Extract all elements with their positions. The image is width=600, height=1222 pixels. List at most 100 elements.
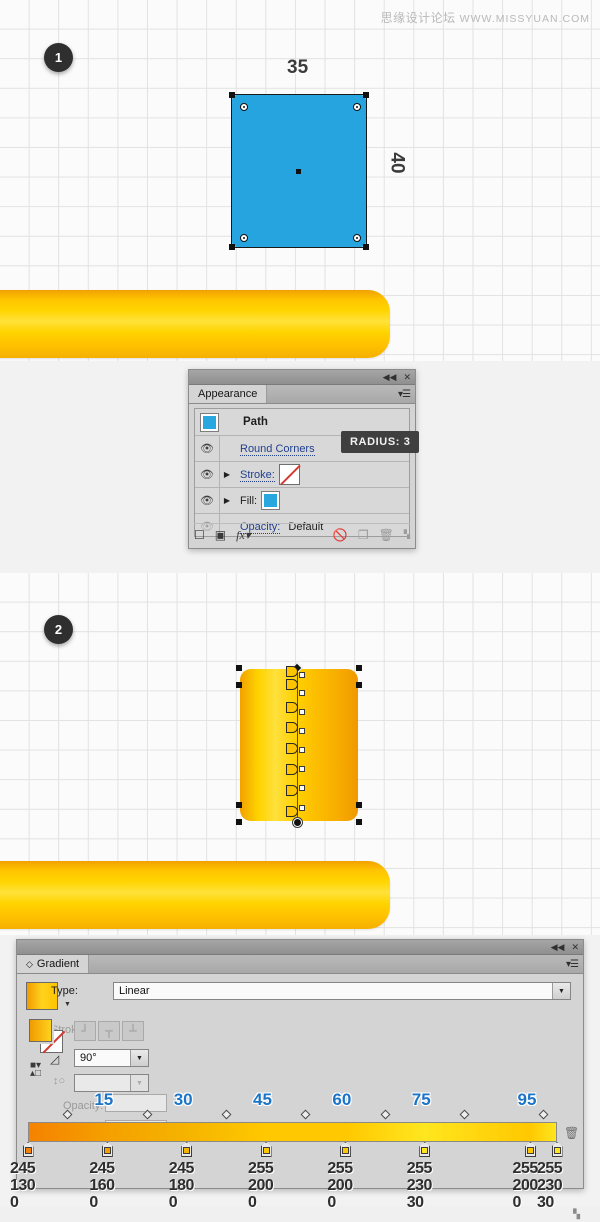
- fill-color-swatch[interactable]: [261, 491, 281, 510]
- gradient-midpoint-3[interactable]: [221, 1109, 232, 1120]
- selection-handle-l-lower[interactable]: [236, 802, 242, 808]
- panel-menu-icon[interactable]: ▾☰: [398, 385, 415, 403]
- path-anchor-6[interactable]: [299, 766, 305, 772]
- gradient-stop-marker-1[interactable]: [286, 666, 298, 677]
- collapse-icon[interactable]: ◀◀: [383, 372, 397, 382]
- selection-handle-r-upper[interactable]: [356, 682, 362, 688]
- chevron-down-icon[interactable]: ▼: [64, 1001, 71, 1008]
- resize-grip-icon[interactable]: ▚: [404, 529, 410, 541]
- gradient-stop-4[interactable]: [260, 1142, 272, 1157]
- close-icon[interactable]: ✕: [403, 372, 411, 382]
- anchor-point-tl[interactable]: [240, 103, 248, 111]
- new-stroke-icon[interactable]: ☐: [194, 529, 205, 541]
- stroke-gradient-type-group: ┛ ┳ ┻: [74, 1021, 144, 1041]
- gradient-stop-marker-3[interactable]: [286, 702, 298, 713]
- path-anchor-7[interactable]: [299, 785, 305, 791]
- tab-gradient[interactable]: ◇ Gradient: [17, 955, 90, 973]
- rgb-g: 180: [168, 1177, 195, 1194]
- gradient-panel-tabrow: ◇ Gradient ▾☰: [17, 955, 583, 974]
- reverse-gradient-icon[interactable]: ■▾ ▴□: [30, 1061, 52, 1079]
- selection-handle-tr[interactable]: [363, 92, 369, 98]
- path-anchor-8[interactable]: [299, 805, 305, 811]
- selection-handle-br[interactable]: [356, 819, 362, 825]
- path-anchor-2[interactable]: [299, 690, 305, 696]
- path-anchor-1[interactable]: [299, 672, 305, 678]
- stroke-across-button[interactable]: ┻: [122, 1021, 144, 1041]
- collapse-icon[interactable]: ◀◀: [551, 942, 565, 952]
- anchor-point-tr[interactable]: [353, 103, 361, 111]
- selection-handle-bl[interactable]: [229, 244, 235, 250]
- fx-icon[interactable]: fx▾: [236, 529, 251, 541]
- gradient-midpoint-5[interactable]: [380, 1109, 391, 1120]
- rgb-r: 255: [512, 1160, 539, 1177]
- gradient-stop-marker-4[interactable]: [286, 722, 298, 733]
- gradient-midpoint-6[interactable]: [459, 1109, 470, 1120]
- panel-menu-icon[interactable]: ▾☰: [566, 955, 583, 973]
- gradient-stop-marker-2[interactable]: [286, 679, 298, 690]
- selection-handle-tr[interactable]: [356, 665, 362, 671]
- chevron-down-icon[interactable]: ▼: [552, 983, 570, 999]
- delete-stop-icon[interactable]: 🗑: [564, 1126, 579, 1140]
- clear-appearance-icon[interactable]: 🚫: [333, 529, 348, 541]
- rgb-b: 30: [406, 1194, 424, 1211]
- gradient-stop-3[interactable]: [181, 1142, 193, 1157]
- opacity-input[interactable]: [105, 1094, 167, 1112]
- path-anchor-3[interactable]: [299, 709, 305, 715]
- selection-handle-l-upper[interactable]: [236, 682, 242, 688]
- fill-swatch[interactable]: [29, 1019, 52, 1042]
- gradient-stop-2[interactable]: [101, 1142, 113, 1157]
- gradient-stop-7[interactable]: [525, 1142, 537, 1157]
- anchor-point-bl[interactable]: [240, 234, 248, 242]
- gradient-stop-8[interactable]: [551, 1142, 563, 1157]
- visibility-eye-icon[interactable]: 👁: [195, 462, 220, 487]
- gradient-type-value: Linear: [119, 985, 150, 997]
- close-icon[interactable]: ✕: [571, 942, 579, 952]
- selection-handle-bl[interactable]: [236, 819, 242, 825]
- stroke-link[interactable]: Stroke:: [240, 468, 275, 482]
- rgb-r: 245: [10, 1160, 36, 1177]
- gradient-midpoint-7[interactable]: [538, 1109, 549, 1120]
- anchor-point-br[interactable]: [353, 234, 361, 242]
- path-anchor-4[interactable]: [299, 728, 305, 734]
- gradient-stop-marker-7[interactable]: [286, 785, 298, 796]
- delete-icon[interactable]: 🗑: [379, 529, 394, 541]
- gradient-midpoint-4[interactable]: [300, 1109, 311, 1120]
- appearance-row-stroke[interactable]: 👁 ▶ Stroke:: [195, 462, 409, 488]
- gradient-type-select[interactable]: Linear ▼: [113, 982, 571, 1000]
- gradient-angle-input[interactable]: 90° ▼: [74, 1049, 149, 1067]
- gradient-stop-marker-6[interactable]: [286, 764, 298, 775]
- gradient-stop-1[interactable]: [22, 1142, 34, 1157]
- gradient-stop-5[interactable]: [339, 1142, 351, 1157]
- stroke-none-swatch[interactable]: [278, 464, 300, 485]
- new-fill-icon[interactable]: ▣: [215, 529, 226, 541]
- tab-appearance[interactable]: Appearance: [189, 385, 268, 403]
- gradient-stop-6[interactable]: [419, 1142, 431, 1157]
- stroke-within-button[interactable]: ┛: [74, 1021, 96, 1041]
- appearance-row-fill[interactable]: 👁 ▶ Fill:: [195, 488, 409, 514]
- path-thumbnail-swatch: [200, 412, 219, 432]
- gradient-stop-color-chip: [183, 1147, 191, 1154]
- selection-handle-br[interactable]: [363, 244, 369, 250]
- gradient-ramp-slider[interactable]: [28, 1122, 557, 1142]
- appearance-path-title: Path: [243, 416, 268, 428]
- disclosure-triangle-icon[interactable]: ▶: [220, 470, 234, 479]
- duplicate-icon[interactable]: ❐: [358, 529, 369, 541]
- visibility-eye-icon[interactable]: 👁: [195, 436, 220, 461]
- chevron-down-icon[interactable]: ▼: [130, 1075, 148, 1091]
- visibility-eye-icon[interactable]: 👁: [195, 488, 220, 513]
- selection-handle-r-lower[interactable]: [356, 802, 362, 808]
- round-corners-link[interactable]: Round Corners: [240, 442, 315, 456]
- gradient-stop-marker-5[interactable]: [286, 743, 298, 754]
- disclosure-triangle-icon[interactable]: ▶: [220, 496, 234, 505]
- path-end-round-point[interactable]: [293, 818, 302, 827]
- gradient-stop-marker-8[interactable]: [286, 806, 298, 817]
- gradient-angle-value: 90°: [80, 1052, 97, 1064]
- rgb-r: 245: [168, 1160, 195, 1177]
- selection-handle-tl[interactable]: [236, 665, 242, 671]
- resize-grip-icon[interactable]: ▚: [573, 1209, 580, 1220]
- stroke-along-button[interactable]: ┳: [98, 1021, 120, 1041]
- selection-handle-tl[interactable]: [229, 92, 235, 98]
- chevron-down-icon[interactable]: ▼: [130, 1050, 148, 1066]
- path-anchor-5[interactable]: [299, 747, 305, 753]
- step-badge-1-label: 1: [54, 50, 63, 65]
